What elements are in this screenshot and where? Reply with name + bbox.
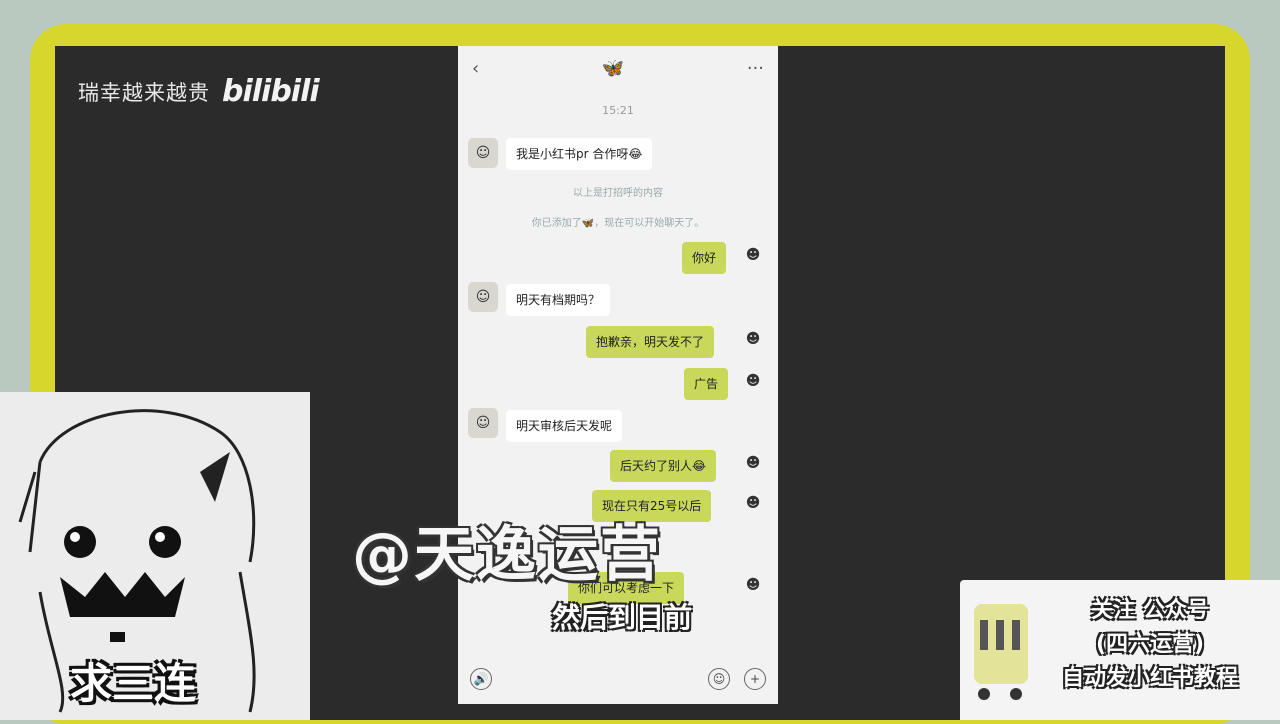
promo-line-tutorial: 自动发小红书教程 xyxy=(1061,666,1238,691)
chat-message: 我是小红书pr 合作呀😂 xyxy=(506,138,653,170)
bilibili-logo: bilibili xyxy=(222,74,320,109)
emoji-icon[interactable]: ☺ xyxy=(708,668,730,690)
back-icon[interactable]: ‹ xyxy=(472,58,479,79)
chat-message: 明天审核后天发呢 xyxy=(506,410,623,442)
promo-line-account: (四六运营) xyxy=(1095,632,1205,657)
chat-header: ‹ 🦋 ··· xyxy=(458,46,778,90)
my-avatar: ☻ xyxy=(738,488,768,518)
my-avatar: ☻ xyxy=(738,448,768,478)
chat-message: 你好 xyxy=(682,242,727,274)
my-avatar: ☻ xyxy=(738,570,768,600)
chat-message: 广告 xyxy=(684,368,729,400)
my-avatar: ☻ xyxy=(738,324,768,354)
promo-line-follow: 关注 公众号 xyxy=(1091,598,1209,623)
video-subtitle: 然后到目前 xyxy=(552,601,693,634)
more-icon[interactable]: ··· xyxy=(747,58,764,79)
video-title: 瑞幸越来越贵 xyxy=(78,80,210,105)
voice-icon[interactable]: 🔊 xyxy=(470,668,492,690)
my-avatar: ☻ xyxy=(738,240,768,270)
system-note: 以上是打招呼的内容 xyxy=(573,188,663,199)
chat-message: 后天约了别人😂 xyxy=(610,450,717,482)
chat-timestamp: 15:21 xyxy=(602,104,634,117)
chat-message: 抱歉亲，明天发不了 xyxy=(586,326,715,358)
promo-text: 关注 公众号 (四六运营) 自动发小红书教程 xyxy=(1030,594,1270,696)
plus-icon[interactable]: + xyxy=(744,668,766,690)
contact-avatar: ☺ xyxy=(468,282,498,312)
chat-input-bar: 🔊 ☺ + xyxy=(458,654,778,704)
watermark-text: @天逸运营 xyxy=(352,520,662,590)
my-avatar: ☻ xyxy=(738,366,768,396)
contact-avatar: ☺ xyxy=(468,408,498,438)
promo-character-icon xyxy=(974,604,1028,700)
contact-avatar: ☺ xyxy=(468,138,498,168)
video-title-bar: 瑞幸越来越贵 bilibili xyxy=(78,74,320,109)
chat-message: 明天有档期吗？ xyxy=(506,284,611,316)
system-note: 你已添加了🦋，现在可以开始聊天了。 xyxy=(531,218,705,229)
sticker-caption: 求三连 xyxy=(70,659,197,708)
contact-butterfly-icon: 🦋 xyxy=(601,57,625,79)
